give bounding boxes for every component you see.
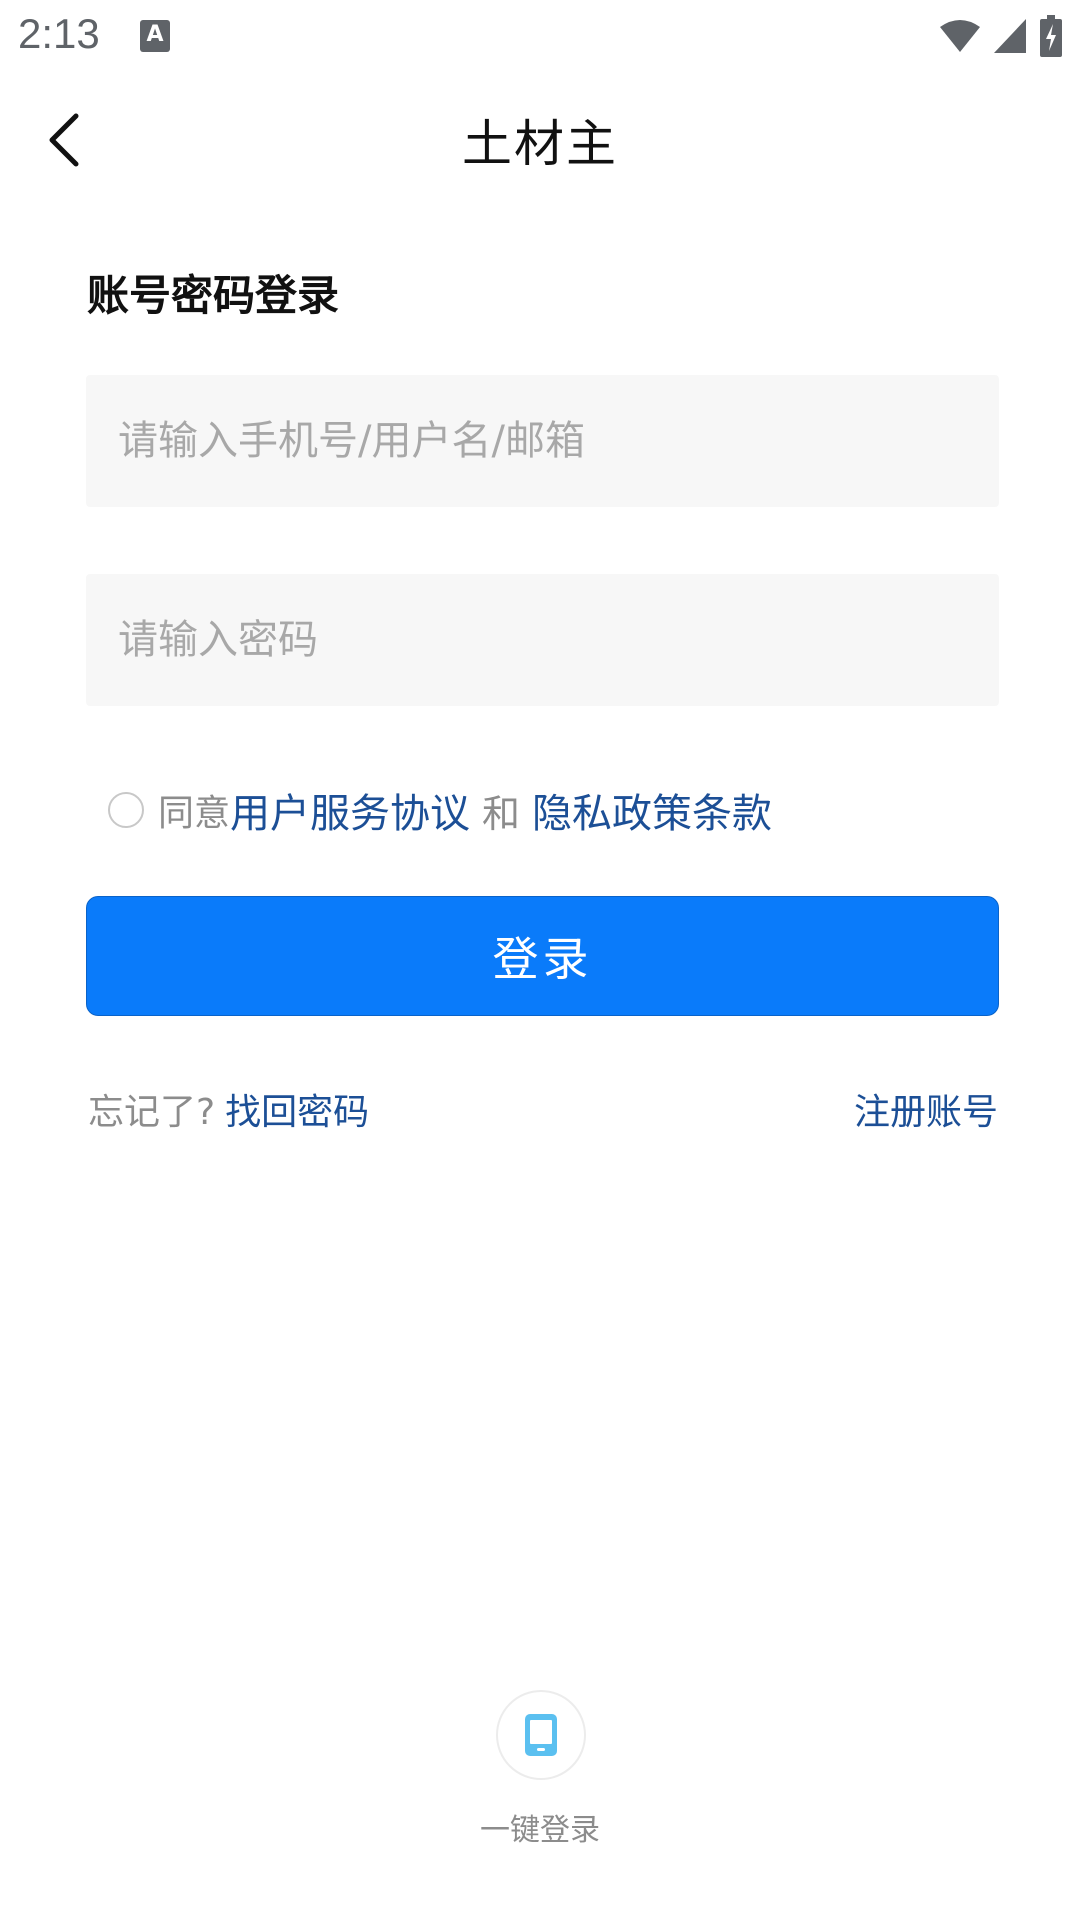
section-title: 账号密码登录 [87, 271, 340, 320]
status-icons [940, 14, 1062, 58]
one-key-login-button[interactable] [496, 1690, 586, 1780]
forgot-row: 忘记了? 找回密码 [88, 1083, 369, 1135]
one-key-login-label: 一键登录 [480, 1813, 600, 1848]
status-time: 2:13 [18, 10, 100, 57]
password-field-container [86, 574, 999, 706]
header: 土材主 [0, 90, 1080, 190]
password-input[interactable] [86, 574, 999, 706]
login-screen: 2:13 A 土材主 账号密码登录 请输入手机号/用户名/邮箱 同意 用户服务协… [0, 0, 1080, 1920]
forgot-label: 忘记了? [88, 1092, 216, 1133]
a-icon: A [140, 20, 170, 52]
login-button[interactable]: 登录 [86, 896, 999, 1016]
account-input[interactable] [86, 375, 999, 507]
user-agreement-link[interactable]: 用户服务协议 [230, 781, 470, 839]
agree-label: 同意 [158, 793, 231, 834]
register-link[interactable]: 注册账号 [854, 1083, 998, 1135]
find-password-link[interactable]: 找回密码 [225, 1083, 369, 1135]
agree-radio[interactable] [108, 792, 144, 828]
privacy-policy-link[interactable]: 隐私政策条款 [532, 781, 772, 839]
page-title: 土材主 [462, 115, 618, 173]
signal-icon [994, 19, 1026, 53]
status-bar: 2:13 A [0, 0, 1080, 75]
wifi-icon [940, 20, 980, 52]
battery-charging-icon [1040, 15, 1062, 57]
phone-icon [525, 1714, 557, 1756]
agreement-row: 同意 用户服务协议 和 隐私政策条款 [108, 782, 772, 838]
and-label: 和 [482, 791, 521, 836]
account-field-container [86, 375, 999, 507]
